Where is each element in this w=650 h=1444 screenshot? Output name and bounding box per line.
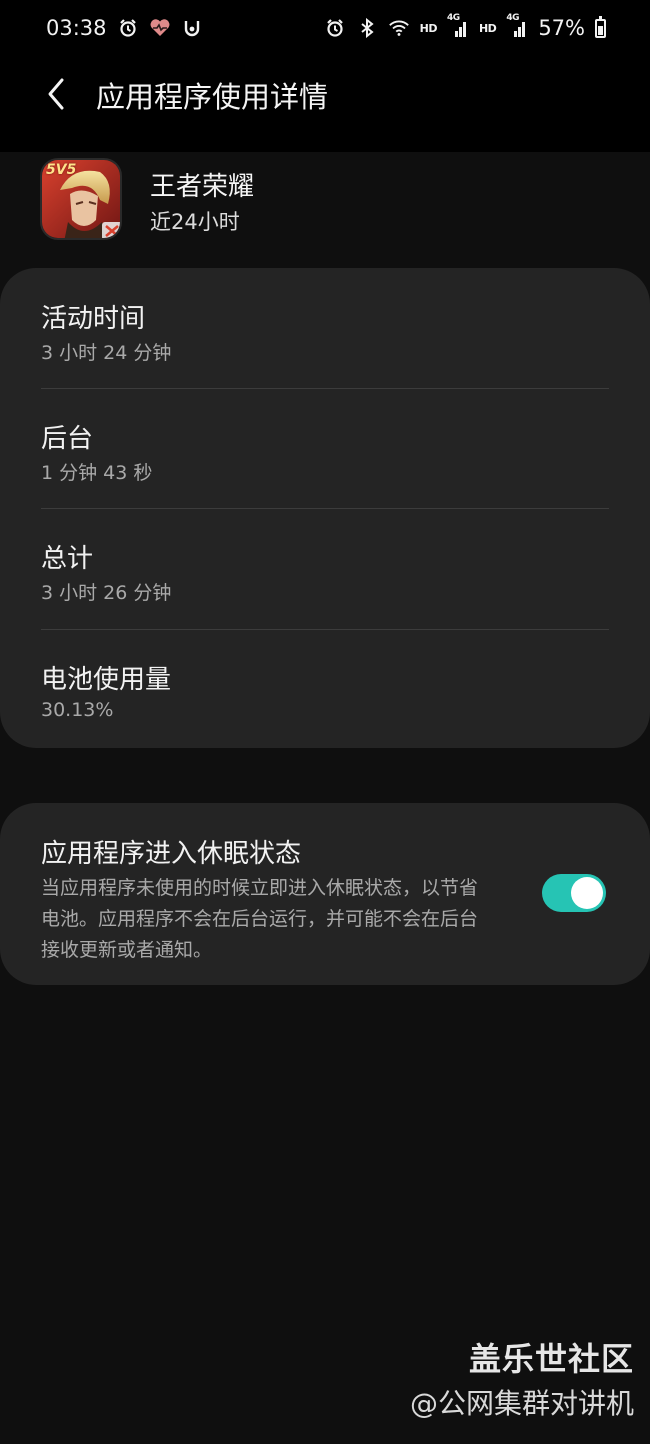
stat-value: 30.13% bbox=[41, 699, 114, 721]
sleep-setting-description: 当应用程序未使用的时候立即进入休眠状态，以节省电池。应用程序不会在后台运行，并可… bbox=[41, 877, 479, 961]
battery-percent: 57% bbox=[538, 16, 585, 40]
signal-icon: 4G bbox=[506, 13, 528, 39]
network-4g-label: 4G bbox=[506, 13, 519, 23]
network-hd-label: HD bbox=[419, 21, 438, 35]
stat-value: 3 小时 26 分钟 bbox=[41, 582, 172, 604]
time-range: 近24小时 bbox=[150, 210, 240, 234]
bluetooth-icon bbox=[356, 17, 378, 39]
alarm-icon bbox=[117, 17, 139, 39]
watermark-community: 盖乐世社区 bbox=[468, 1340, 634, 1378]
status-time: 03:38 bbox=[46, 16, 107, 40]
app-header: 5V5 王者荣耀 近24小时 bbox=[40, 158, 600, 240]
signal-icon: 4G bbox=[447, 13, 469, 39]
stat-value: 1 分钟 43 秒 bbox=[41, 462, 153, 484]
chevron-left-icon bbox=[48, 78, 64, 110]
app-icon: 5V5 bbox=[40, 158, 122, 240]
heart-health-icon bbox=[149, 17, 171, 39]
battery-icon bbox=[595, 15, 606, 38]
stat-label: 后台 bbox=[41, 424, 94, 454]
stat-row-active-time: 活动时间 3 小时 24 分钟 bbox=[41, 268, 609, 388]
app-bar: 应用程序使用详情 bbox=[0, 56, 650, 152]
network-4g-label: 4G bbox=[446, 13, 460, 23]
alarm-icon bbox=[324, 17, 346, 39]
stat-value: 3 小时 24 分钟 bbox=[41, 342, 172, 364]
stat-label: 活动时间 bbox=[41, 304, 146, 334]
back-button[interactable] bbox=[36, 74, 76, 114]
app-name: 王者荣耀 bbox=[150, 172, 255, 202]
stat-row-total: 总计 3 小时 26 分钟 bbox=[41, 508, 609, 628]
status-right: HD 4G HD 4G 57% bbox=[324, 13, 606, 40]
stat-row-background: 后台 1 分钟 43 秒 bbox=[41, 388, 609, 508]
stat-label: 电池使用量 bbox=[41, 665, 172, 695]
stat-label: 总计 bbox=[41, 544, 94, 574]
status-bar: 03:38 HD 4G HD 4G 57% bbox=[0, 0, 650, 56]
sleep-setting-title: 应用程序进入休眠状态 bbox=[41, 839, 302, 869]
stat-row-battery-usage: 电池使用量 30.13% bbox=[41, 629, 609, 749]
sleep-toggle-switch[interactable] bbox=[542, 874, 606, 912]
app-icon-badge: 5V5 bbox=[46, 162, 77, 178]
wifi-icon bbox=[388, 17, 410, 39]
page-title: 应用程序使用详情 bbox=[96, 80, 329, 114]
app-notification-icon bbox=[181, 17, 203, 39]
usage-stats-card: 活动时间 3 小时 24 分钟 后台 1 分钟 43 秒 总计 3 小时 26 … bbox=[0, 268, 650, 748]
watermark-author: @公网集群对讲机 bbox=[409, 1387, 634, 1420]
status-left: 03:38 bbox=[46, 16, 203, 40]
toggle-knob bbox=[571, 877, 603, 909]
network-hd-label: HD bbox=[478, 21, 497, 35]
